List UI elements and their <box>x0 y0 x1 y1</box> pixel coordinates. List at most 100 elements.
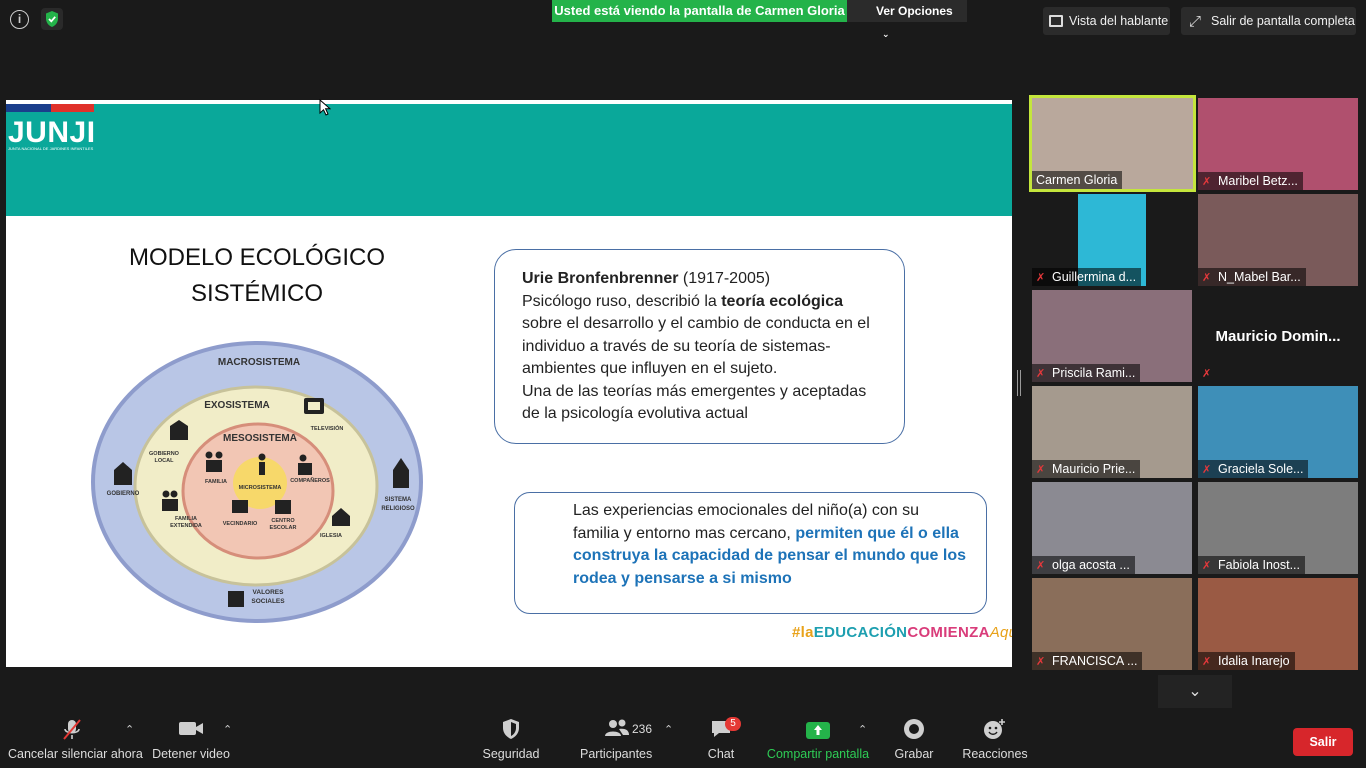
chevron-down-icon: ⌄ <box>882 29 890 39</box>
diagram-label-fam-ext-1: FAMILIA <box>175 516 197 522</box>
participant-tile[interactable]: ✗ FRANCISCA ... <box>1032 578 1192 670</box>
record-icon <box>890 712 938 744</box>
junji-logo-subtitle: JUNTA NACIONAL DE JARDINES INFANTILES <box>8 146 94 151</box>
bronfenbrenner-info-box: Urie Bronfenbrenner (1917-2005) Psicólog… <box>494 249 905 444</box>
participant-tile[interactable]: ✗ olga acosta ... <box>1032 482 1192 574</box>
share-screen-icon <box>766 712 870 744</box>
encryption-shield-icon[interactable] <box>41 8 63 30</box>
diagram-label-fam-ext-2: EXTENDIDA <box>170 523 202 529</box>
participant-tile[interactable]: ✗ Graciela Sole... <box>1198 386 1358 478</box>
gallery-next-page-button[interactable]: ⌄ <box>1158 675 1232 708</box>
participant-tile[interactable]: ✗ Fabiola Inost... <box>1198 482 1358 574</box>
muted-mic-icon: ✗ <box>1036 368 1046 380</box>
extended-family-icon <box>162 490 170 498</box>
logo-flag-blue <box>6 104 51 112</box>
box1-text-intro: Psicólogo ruso, describió la <box>522 292 722 310</box>
newspaper-icon <box>228 591 244 607</box>
chat-unread-badge: 5 <box>725 717 741 731</box>
panel-resize-handle[interactable] <box>1017 370 1021 396</box>
security-button[interactable]: Seguridad <box>480 712 542 768</box>
stop-video-button[interactable]: Detener video <box>150 712 232 768</box>
muted-mic-icon: ✗ <box>1202 176 1212 188</box>
classmates-icon <box>299 454 307 462</box>
emotional-experiences-box: Las experiencias emocionales del niño(a)… <box>514 492 987 614</box>
view-options-dropdown[interactable]: Ver Opciones ⌄ <box>847 0 967 39</box>
junji-logo: JUNJI <box>8 116 96 149</box>
participant-name: ✗ Guillermina d... <box>1032 268 1142 286</box>
author-years: (1917-2005) <box>678 270 771 287</box>
participant-mute-strip: ✗ <box>1198 364 1223 382</box>
participant-tile[interactable]: ✗ Idalia Inarejo <box>1198 578 1358 670</box>
slide-header-band: JUNJI JUNTA NACIONAL DE JARDINES INFANTI… <box>6 104 1012 216</box>
participant-tile[interactable]: ✗ N_Mabel Bar... <box>1198 194 1358 286</box>
box1-theory-bold: teoría ecológica <box>721 292 844 310</box>
exit-fullscreen-button[interactable]: ⤢ Salir de pantalla completa <box>1181 7 1356 35</box>
participants-options-caret-icon[interactable]: ⌃ <box>664 723 673 736</box>
muted-mic-icon: ✗ <box>1036 272 1046 284</box>
reactions-button[interactable]: Reacciones <box>962 712 1028 768</box>
participant-name: Carmen Gloria <box>1032 171 1123 189</box>
diagram-label-iglesia: IGLESIA <box>320 533 342 539</box>
mouse-cursor-icon <box>319 99 331 116</box>
chevron-down-icon: ⌄ <box>1188 683 1202 700</box>
screen-share-banner: Usted está viendo la pantalla de Carmen … <box>552 0 847 22</box>
diagram-label-micro: MICROSISTEMA <box>239 485 282 491</box>
hashtag-part-educacion: EDUCACIÓN <box>813 624 908 641</box>
smiley-plus-icon <box>962 712 1028 744</box>
slide-title-line1: MODELO ECOLÓGICO <box>128 244 386 271</box>
video-options-caret-icon[interactable]: ⌃ <box>223 723 232 736</box>
audio-options-caret-icon[interactable]: ⌃ <box>125 723 134 736</box>
participant-tile[interactable]: ✗ Guillermina d... <box>1032 194 1192 286</box>
participants-count: 236 <box>632 722 653 736</box>
reactions-label: Reacciones <box>962 747 1028 761</box>
diagram-label-meso: MESOSISTEMA <box>223 433 297 444</box>
muted-mic-icon: ✗ <box>1202 656 1212 668</box>
unmute-label: Cancelar silenciar ahora <box>8 747 143 761</box>
muted-mic-icon: ✗ <box>1036 656 1046 668</box>
participant-name-large: Mauricio Domin... <box>1215 328 1341 345</box>
school-icon <box>275 500 291 514</box>
participant-tile[interactable]: Carmen Gloria <box>1029 95 1196 192</box>
diagram-label-gob-local-2: LOCAL <box>155 458 175 464</box>
muted-mic-icon: ✗ <box>1036 560 1046 572</box>
hashtag-part-comienza: COMIENZA <box>907 624 990 641</box>
diagram-label-gobierno: GOBIERNO <box>107 491 140 497</box>
info-icon[interactable]: i <box>10 10 29 29</box>
meeting-toolbar: Cancelar silenciar ahora ⌃ Detener video… <box>0 712 1366 768</box>
participant-tile[interactable]: ✗ Priscila Rami... <box>1032 290 1192 382</box>
participant-tile[interactable]: ✗ Mauricio Prie... <box>1032 386 1192 478</box>
diagram-label-centro-2: ESCOLAR <box>270 525 297 531</box>
leave-meeting-button[interactable]: Salir <box>1293 728 1353 756</box>
diagram-label-television: TELEVISIÓN <box>311 424 344 432</box>
participant-name: ✗ N_Mabel Bar... <box>1198 268 1306 286</box>
exit-fullscreen-label: Salir de pantalla completa <box>1211 14 1355 28</box>
neighborhood-icon <box>232 500 248 513</box>
participant-name: ✗ Fabiola Inost... <box>1198 556 1305 574</box>
participant-name: ✗ Priscila Rami... <box>1032 364 1141 382</box>
chat-label: Chat <box>707 747 735 761</box>
participant-name: ✗ olga acosta ... <box>1032 556 1135 574</box>
child-icon <box>258 453 266 461</box>
record-button[interactable]: Grabar <box>890 712 938 768</box>
video-camera-icon <box>150 712 232 744</box>
participant-tile[interactable]: Mauricio Domin... ✗ <box>1198 290 1358 382</box>
speaker-view-button[interactable]: Vista del hablante <box>1043 7 1170 35</box>
ecological-model-diagram: MACROSISTEMA EXOSISTEMA MESOSISTEMA MICR… <box>91 341 423 623</box>
participant-tile[interactable]: ✗ Maribel Betz... <box>1198 98 1358 190</box>
top-bar: i Usted está viendo la pantalla de Carme… <box>0 0 1366 42</box>
share-options-caret-icon[interactable]: ⌃ <box>858 723 867 736</box>
box1-text-closing: Una de las teorías más emergentes y acep… <box>522 382 867 423</box>
speaker-view-label: Vista del hablante <box>1069 14 1169 28</box>
muted-mic-icon: ✗ <box>1202 272 1212 284</box>
author-name: Urie Bronfenbrenner <box>522 270 679 287</box>
record-label: Grabar <box>894 747 934 761</box>
box1-text-body: sobre el desarrollo y el cambio de condu… <box>522 315 870 377</box>
diagram-label-familia: FAMILIA <box>205 479 227 485</box>
diagram-label-valores-1: VALORES <box>253 589 285 596</box>
participants-label: Participantes <box>580 747 653 761</box>
participants-button[interactable]: 236 Participantes <box>580 712 652 768</box>
diagram-label-exo: EXOSISTEMA <box>204 400 270 411</box>
diagram-label-sist-rel-1: SISTEMA <box>385 497 412 503</box>
share-screen-button[interactable]: Compartir pantalla <box>766 712 870 768</box>
unmute-button[interactable]: Cancelar silenciar ahora <box>8 712 143 768</box>
